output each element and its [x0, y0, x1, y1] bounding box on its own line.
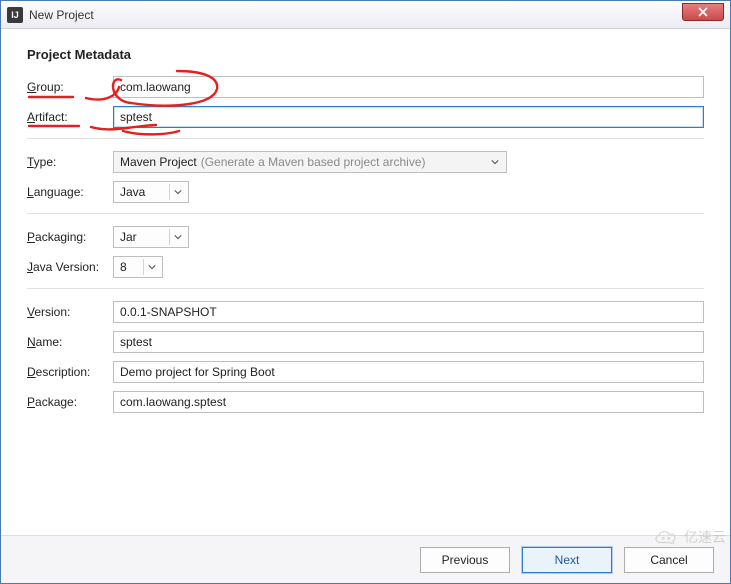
type-value: Maven Project: [120, 155, 197, 169]
close-button[interactable]: [682, 3, 724, 21]
row-java-version: Java Version: 8: [27, 256, 704, 278]
label-java-version: Java Version:: [27, 260, 113, 274]
window-title: New Project: [29, 8, 94, 22]
package-input[interactable]: [113, 391, 704, 413]
close-icon: [698, 7, 708, 17]
watermark-text: 亿速云: [684, 527, 726, 547]
language-value: Java: [120, 185, 145, 199]
description-input[interactable]: [113, 361, 704, 383]
java-version-value: 8: [120, 260, 127, 274]
cloud-icon: [652, 528, 680, 546]
label-type: Type:: [27, 155, 113, 169]
chevron-down-icon: [169, 229, 185, 245]
separator-2: [27, 213, 704, 214]
next-button[interactable]: Next: [522, 547, 612, 573]
row-version: Version:: [27, 301, 704, 323]
row-packaging: Packaging: Jar: [27, 226, 704, 248]
app-icon: IJ: [7, 7, 23, 23]
cancel-button[interactable]: Cancel: [624, 547, 714, 573]
section-title: Project Metadata: [27, 47, 704, 62]
packaging-value: Jar: [120, 230, 137, 244]
row-description: Description:: [27, 361, 704, 383]
label-artifact: Artifact:: [27, 110, 113, 124]
chevron-down-icon: [487, 154, 503, 170]
group-input[interactable]: [113, 76, 704, 98]
label-group: Group:: [27, 80, 113, 94]
title-bar: IJ New Project: [1, 1, 730, 29]
type-select[interactable]: Maven Project (Generate a Maven based pr…: [113, 151, 507, 173]
name-input[interactable]: [113, 331, 704, 353]
window-frame: IJ New Project Project Metadata Group: A…: [0, 0, 731, 584]
label-description: Description:: [27, 365, 113, 379]
label-packaging: Packaging:: [27, 230, 113, 244]
separator-1: [27, 138, 704, 139]
row-group: Group:: [27, 76, 704, 98]
row-package: Package:: [27, 391, 704, 413]
row-type: Type: Maven Project (Generate a Maven ba…: [27, 151, 704, 173]
chevron-down-icon: [169, 184, 185, 200]
label-name: Name:: [27, 335, 113, 349]
row-artifact: Artifact:: [27, 106, 704, 128]
row-language: Language: Java: [27, 181, 704, 203]
artifact-input[interactable]: [113, 106, 704, 128]
label-package: Package:: [27, 395, 113, 409]
type-hint: (Generate a Maven based project archive): [201, 155, 426, 169]
previous-button[interactable]: Previous: [420, 547, 510, 573]
button-bar: Previous Next Cancel: [1, 535, 730, 583]
separator-3: [27, 288, 704, 289]
watermark: 亿速云: [652, 527, 726, 547]
java-version-select[interactable]: 8: [113, 256, 163, 278]
packaging-select[interactable]: Jar: [113, 226, 189, 248]
content-area: Project Metadata Group: Artifact: Type: …: [1, 29, 730, 535]
chevron-down-icon: [143, 259, 159, 275]
row-name: Name:: [27, 331, 704, 353]
label-language: Language:: [27, 185, 113, 199]
language-select[interactable]: Java: [113, 181, 189, 203]
label-version: Version:: [27, 305, 113, 319]
version-input[interactable]: [113, 301, 704, 323]
